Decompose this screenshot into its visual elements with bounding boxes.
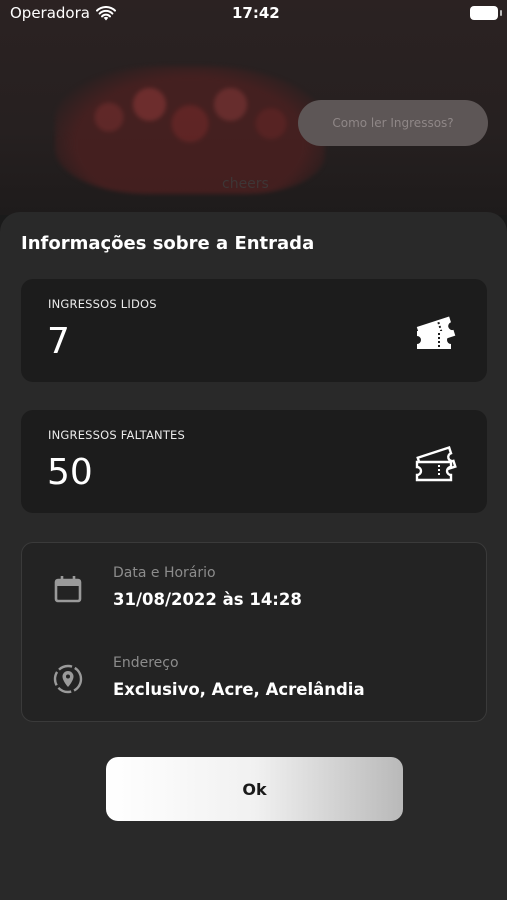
carrier-name: Operadora (10, 4, 90, 22)
tickets-remaining-card: INGRESSOS FALTANTES 50 (21, 410, 487, 513)
date-time-row: Data e Horário 31/08/2022 às 14:28 (22, 563, 488, 623)
tickets-remaining-value: 50 (47, 452, 93, 493)
battery-icon (470, 6, 502, 20)
sheet-title: Informações sobre a Entrada (21, 233, 315, 254)
location-pin-icon (53, 664, 83, 694)
ticket-outline-icon (415, 446, 457, 482)
ticket-icon (416, 316, 456, 349)
tickets-read-value: 7 (47, 321, 70, 362)
event-details-box: Data e Horário 31/08/2022 às 14:28 Ender… (21, 542, 487, 722)
tickets-remaining-label: INGRESSOS FALTANTES (48, 428, 186, 442)
clock: 17:42 (232, 4, 280, 22)
tickets-read-label: INGRESSOS LIDOS (48, 297, 157, 311)
banner-text: cheers (222, 176, 269, 192)
status-bar: Operadora 17:42 (0, 0, 507, 28)
calendar-icon (54, 576, 82, 603)
event-image (55, 66, 325, 194)
address-value: Exclusivo, Acre, Acrelândia (113, 680, 365, 699)
date-time-value: 31/08/2022 às 14:28 (113, 590, 302, 609)
tickets-read-card: INGRESSOS LIDOS 7 (21, 279, 487, 382)
how-to-read-tickets-button[interactable]: Como ler Ingressos? (298, 100, 488, 146)
wifi-icon (96, 6, 116, 21)
ok-button[interactable]: Ok (106, 757, 403, 821)
address-row: Endereço Exclusivo, Acre, Acrelândia (22, 653, 488, 713)
date-time-label: Data e Horário (113, 565, 216, 581)
address-label: Endereço (113, 655, 179, 671)
